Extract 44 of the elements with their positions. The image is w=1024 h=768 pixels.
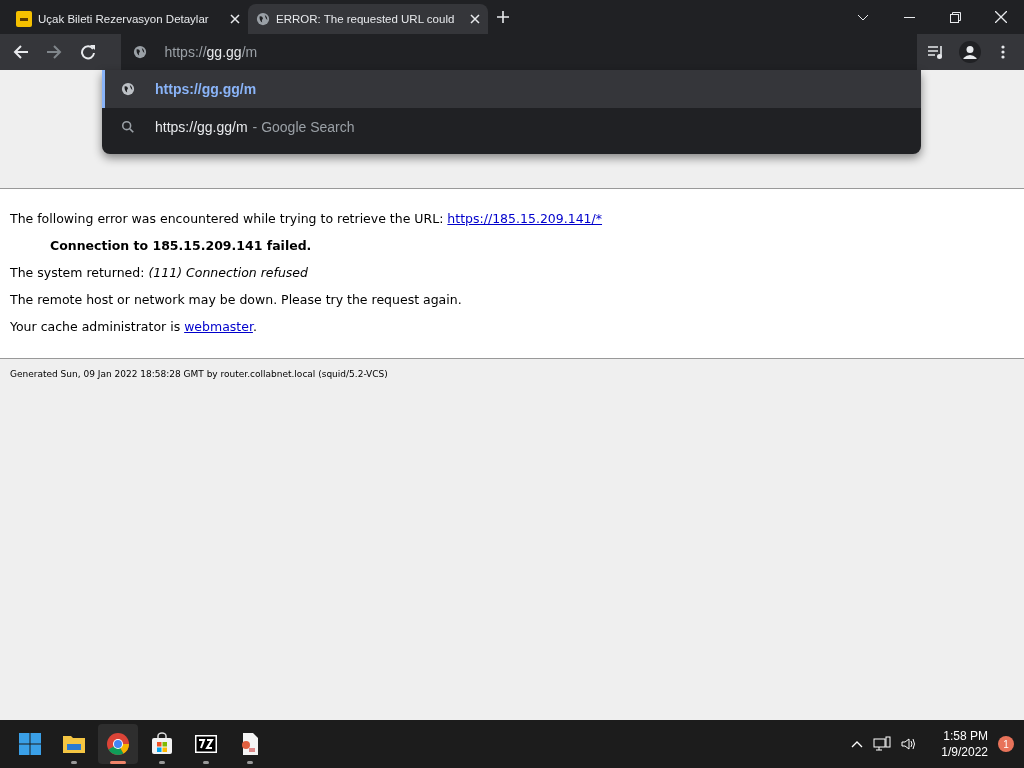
archive-app-icon[interactable] <box>194 732 218 756</box>
profile-icon[interactable] <box>958 41 981 63</box>
minimize-icon[interactable] <box>903 16 915 18</box>
chevron-up-icon[interactable] <box>851 740 864 748</box>
clock-time[interactable]: 1:58 PM <box>943 728 988 744</box>
tab-title: Uçak Bileti Rezervasyon Detaylar <box>38 13 210 25</box>
speaker-icon[interactable] <box>901 737 918 751</box>
advice-message: The remote host or network may be down. Please try the request again. <box>10 292 463 307</box>
restore-icon[interactable] <box>949 11 961 23</box>
admin-message: Your cache administrator is webmaster. <box>10 319 258 334</box>
forward-arrow-icon[interactable] <box>46 44 63 60</box>
globe-icon <box>121 82 135 96</box>
back-arrow-icon[interactable] <box>12 44 29 60</box>
search-icon <box>121 120 135 134</box>
globe-icon <box>256 12 270 26</box>
suggestion-text: https://gg.gg/m <box>155 119 248 135</box>
close-icon[interactable] <box>470 14 480 24</box>
chevron-down-icon[interactable] <box>857 13 869 21</box>
browser-tab[interactable]: Uçak Bileti Rezervasyon Detaylar <box>8 4 248 34</box>
url-link[interactable]: https://185.15.209.141/* <box>447 211 603 226</box>
system-message: The system returned: (111) Connection refused <box>10 265 309 280</box>
suggestion-item[interactable]: https://gg.gg/m - Google Search <box>102 108 921 146</box>
close-icon[interactable] <box>230 14 240 24</box>
more-menu-icon[interactable] <box>1001 45 1006 59</box>
error-message: The following error was encountered while trying to retrieve the URL: https://185.15.209.141/* <box>10 211 604 226</box>
failure-message: Connection to 185.15.209.141 failed. <box>49 238 313 253</box>
new-tab-icon[interactable] <box>497 11 509 23</box>
site-logo-icon <box>16 11 32 27</box>
shopping-bag-icon[interactable] <box>150 732 174 756</box>
footer-text: Generated Sun, 09 Jan 2022 18:58:28 GMT by router.collabnet.local (squid/5.2-VCS) <box>10 369 389 379</box>
browser-tab[interactable]: ERROR: The requested URL could <box>248 4 488 34</box>
webmaster-link[interactable]: webmaster <box>184 319 253 334</box>
chrome-icon[interactable] <box>106 732 130 756</box>
network-icon[interactable] <box>873 736 892 752</box>
tab-title: ERROR: The requested URL could <box>276 13 456 25</box>
address-field[interactable]: https://gg.gg/m <box>120 34 918 70</box>
close-icon[interactable] <box>995 11 1007 23</box>
suggestion-item[interactable]: https://gg.gg/m <box>102 70 921 108</box>
suggestion-text: https://gg.gg/m <box>155 81 257 97</box>
windows-logo-icon[interactable] <box>18 732 42 756</box>
clock-date[interactable]: 1/9/2022 <box>941 744 988 760</box>
globe-icon <box>132 45 147 59</box>
reload-icon[interactable] <box>79 44 96 60</box>
suggestion-hint: - Google Search <box>252 119 355 135</box>
